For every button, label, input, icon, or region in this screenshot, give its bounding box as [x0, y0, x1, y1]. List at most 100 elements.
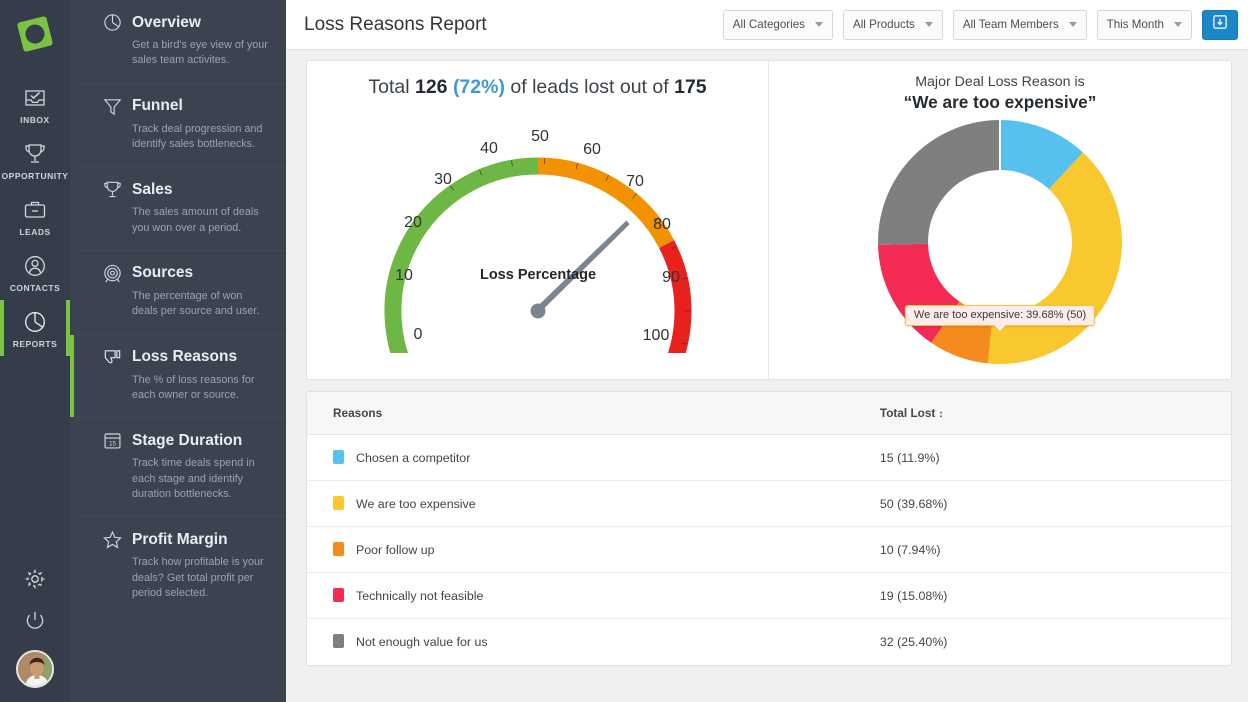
inbox-icon [22, 85, 48, 111]
filter-bar: All Categories All Products All Team Mem… [722, 9, 1238, 40]
nav-item-sources[interactable]: Sources The percentage of won deals per … [78, 249, 286, 334]
sidebar-item-reports[interactable]: REPORTS [0, 300, 70, 356]
reason-label: Not enough value for us [356, 635, 488, 650]
sidebar-item-contacts[interactable]: CONTACTS [0, 244, 70, 300]
app-root: INBOX OPPORTUNITY LEADS CONTACTS REPORTS… [0, 0, 1248, 702]
nav-item-sales-desc: The sales amount of deals you won over a… [132, 206, 259, 234]
loss-reasons-table: Reasons Total Lost ↕ Chosen a competitor … [307, 392, 1231, 665]
summary-total: 175 [674, 76, 707, 98]
table-row[interactable]: Technically not feasible 19 (15.08%) [307, 572, 1231, 619]
table-row[interactable]: Chosen a competitor 15 (11.9%) [307, 434, 1231, 481]
export-button[interactable] [1202, 9, 1238, 40]
filter-period[interactable]: This Month [1096, 9, 1192, 40]
star-icon [102, 529, 123, 550]
svg-text:50: 50 [531, 128, 549, 145]
sidebar-item-inbox[interactable]: INBOX [0, 76, 70, 132]
nav-item-overview[interactable]: Overview Get a bird's eye view of your s… [78, 0, 286, 83]
summary-line: Total 126 (72%) of leads lost out of 175 [307, 61, 768, 99]
pie-chart-icon [102, 12, 123, 33]
cell-total-lost: 50 (39.68%) [879, 480, 1231, 527]
filter-products-value: All Products [852, 18, 915, 31]
download-icon [1211, 13, 1229, 36]
nav-item-sales[interactable]: Sales The sales amount of deals you won … [78, 166, 286, 250]
donut-panel: Major Deal Loss Reason is “We are too ex… [769, 61, 1231, 379]
cell-reason: We are too expensive [307, 480, 880, 527]
donut-heading-line2: “We are too expensive” [903, 92, 1097, 112]
table-row[interactable]: We are too expensive 50 (39.68%) [307, 480, 1231, 527]
nav-item-stage-duration[interactable]: 15 Stage Duration Track time deals spend… [78, 417, 286, 516]
color-swatch [333, 450, 344, 464]
filter-categories[interactable]: All Categories [722, 9, 833, 40]
reason-label: Chosen a competitor [356, 451, 471, 465]
nav-item-profit-margin[interactable]: Profit Margin Track how profitable is yo… [78, 516, 286, 615]
sidebar-item-contacts-label: CONTACTS [9, 283, 61, 293]
color-swatch [333, 634, 344, 649]
nav-item-profit-margin-desc: Track how profitable is your deals? Get … [132, 556, 264, 599]
filter-period-value: This Month [1106, 18, 1164, 31]
filter-team-members-value: All Team Members [962, 18, 1059, 31]
app-logo[interactable] [15, 14, 55, 54]
nav-item-profit-margin-title: Profit Margin [132, 530, 228, 548]
svg-text:0: 0 [413, 326, 422, 343]
table-row[interactable]: Poor follow up 10 (7.94%) [307, 526, 1231, 573]
summary-percent: (72%) [452, 76, 505, 98]
sidebar-item-opportunity[interactable]: OPPORTUNITY [0, 132, 70, 188]
cell-reason: Technically not feasible [307, 572, 880, 619]
sidebar-item-reports-label: REPORTS [12, 339, 58, 349]
report-content: Total 126 (72%) of leads lost out of 175 [286, 50, 1248, 680]
column-header-total-lost-label: Total Lost [879, 406, 936, 420]
gear-icon[interactable] [22, 566, 48, 592]
cell-total-lost: 19 (15.08%) [879, 572, 1231, 619]
nav-item-funnel[interactable]: Funnel Track deal progression and identi… [78, 82, 286, 167]
cell-reason: Not enough value for us [307, 619, 880, 665]
chevron-down-icon [1174, 22, 1182, 27]
nav-item-sales-head: Sales [102, 179, 268, 200]
gauge-svg: 0 10 20 30 40 50 60 70 80 90 100 Loss Pe… [383, 128, 691, 353]
nav-item-sources-desc: The percentage of won deals per source a… [132, 289, 260, 318]
nav-item-loss-reasons[interactable]: Loss Reasons The % of loss reasons for e… [70, 333, 286, 418]
nav-item-sources-head: Sources [102, 263, 268, 284]
table-row[interactable]: Not enough value for us 32 (25.40%) [307, 619, 1231, 665]
power-icon[interactable] [22, 608, 48, 634]
target-icon [102, 263, 123, 284]
top-bar: Loss Reasons Report All Categories All P… [286, 0, 1248, 50]
rail-bottom-group [16, 566, 54, 702]
report-nav: Overview Get a bird's eye view of your s… [70, 0, 286, 702]
column-header-reasons[interactable]: Reasons [307, 392, 880, 435]
filter-categories-value: All Categories [732, 18, 805, 31]
sidebar-item-leads[interactable]: LEADS [0, 188, 70, 244]
svg-text:15: 15 [109, 441, 116, 448]
svg-text:80: 80 [653, 216, 671, 233]
cell-total-lost: 10 (7.94%) [879, 526, 1231, 573]
loss-reasons-table-card: Reasons Total Lost ↕ Chosen a competitor … [306, 391, 1232, 666]
nav-item-sales-title: Sales [132, 180, 173, 198]
donut-chart: We are too expensive: 39.68% (50) [769, 117, 1231, 367]
page-title: Loss Reasons Report [304, 13, 487, 35]
sidebar-item-opportunity-label: OPPORTUNITY [1, 171, 69, 181]
nav-item-stage-duration-title: Stage Duration [132, 431, 243, 449]
filter-products[interactable]: All Products [842, 9, 943, 40]
nav-item-loss-reasons-title: Loss Reasons [132, 348, 238, 366]
column-header-total-lost[interactable]: Total Lost ↕ [879, 392, 1231, 435]
contacts-icon [22, 253, 48, 279]
nav-item-stage-duration-desc: Track time deals spend in each stage and… [132, 457, 255, 500]
gauge-title: Loss Percentage [479, 267, 595, 283]
svg-text:10: 10 [395, 267, 413, 284]
cell-total-lost: 32 (25.40%) [879, 634, 948, 649]
nav-item-stage-duration-head: 15 Stage Duration [102, 430, 268, 451]
funnel-icon [102, 96, 123, 117]
avatar[interactable] [16, 650, 54, 688]
filter-team-members[interactable]: All Team Members [952, 9, 1087, 40]
nav-item-overview-head: Overview [102, 12, 268, 33]
chevron-down-icon [1068, 22, 1077, 27]
svg-text:100: 100 [642, 327, 669, 344]
chevron-down-icon [924, 22, 933, 27]
trophy-icon [22, 141, 48, 167]
reason-label: Technically not feasible [356, 589, 484, 603]
cell-reason: Poor follow up [307, 526, 880, 573]
summary-middle: of leads lost out of [510, 76, 669, 98]
color-swatch [333, 542, 344, 556]
sort-icon[interactable]: ↕ [938, 410, 943, 420]
table-header-row: Reasons Total Lost ↕ [307, 392, 1231, 435]
cell-reason: Chosen a competitor [307, 434, 880, 481]
